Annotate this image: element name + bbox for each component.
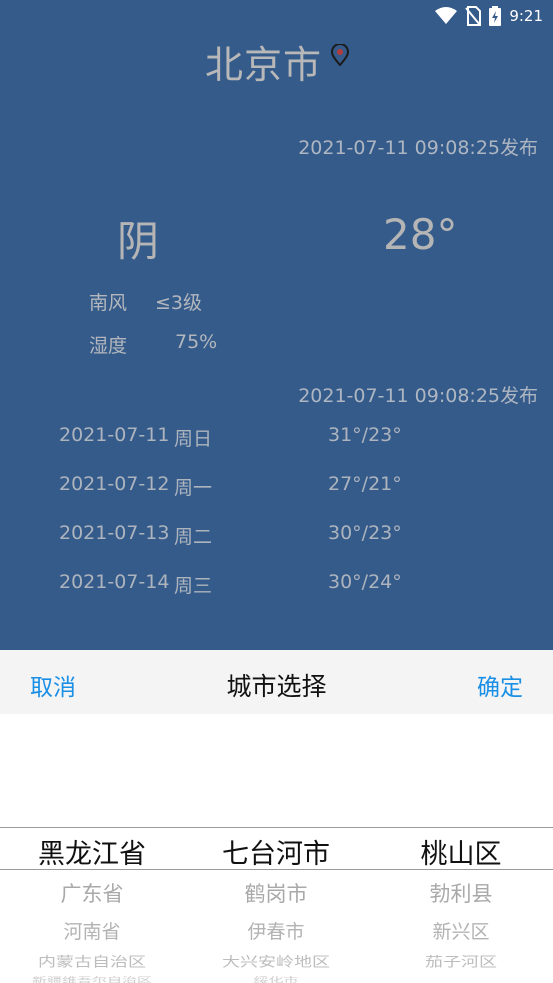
forecast-weekday: 周一: [174, 477, 213, 499]
wind-direction: 南风: [89, 292, 128, 314]
district-option[interactable]: 新兴区: [369, 917, 553, 944]
battery-charging-icon: [489, 6, 502, 26]
city-title[interactable]: 北京市: [205, 34, 322, 89]
city-option[interactable]: 伊春市: [184, 917, 368, 944]
forecast-date: 2021-07-12: [59, 473, 170, 495]
province-option-selected[interactable]: 黑龙江省: [0, 832, 184, 871]
forecast-date: 2021-07-11: [59, 424, 170, 446]
forecast-temp: 27°/21°: [328, 473, 402, 495]
weather-condition: 阴: [117, 217, 160, 266]
status-time: 9:21: [509, 7, 543, 25]
district-option[interactable]: 勃利县: [369, 878, 553, 908]
forecast-weekday: 周日: [174, 428, 213, 450]
forecast-temp: 30°/24°: [328, 571, 402, 593]
district-option[interactable]: 茄子河区: [369, 951, 553, 971]
district-option-selected[interactable]: 桃山区: [369, 832, 553, 871]
province-option[interactable]: 新疆维吾尔自治区: [0, 974, 184, 983]
location-pin-icon[interactable]: [330, 44, 350, 66]
picker-title: 城市选择: [226, 672, 327, 701]
forecast-row: 2021-07-11 周日 31°/23°: [59, 424, 459, 452]
city-option[interactable]: 绥化市: [184, 974, 368, 983]
humidity-value: 75%: [175, 331, 218, 353]
district-wheel[interactable]: 桃山区 勃利县 新兴区 茄子河区: [369, 714, 553, 983]
forecast-date: 2021-07-13: [59, 522, 170, 544]
city-option-selected[interactable]: 七台河市: [184, 832, 368, 871]
forecast-publish-time: 2021-07-11 09:08:25发布: [298, 385, 538, 407]
weather-panel: 9:21 北京市 2021-07-11 09:08:25发布 阴 28° 南风 …: [0, 0, 553, 650]
forecast-date: 2021-07-14: [59, 571, 170, 593]
province-wheel[interactable]: 黑龙江省 广东省 河南省 内蒙古自治区 新疆维吾尔自治区: [0, 714, 184, 983]
wifi-icon: [435, 7, 458, 24]
province-option[interactable]: 河南省: [0, 917, 184, 944]
humidity-label: 湿度: [89, 335, 128, 357]
forecast-row: 2021-07-13 周二 30°/23°: [59, 522, 459, 550]
province-option[interactable]: 广东省: [0, 878, 184, 908]
status-bar: 9:21: [435, 4, 543, 28]
confirm-button[interactable]: 确定: [477, 668, 523, 702]
picker-toolbar: 取消 城市选择 确定: [0, 650, 553, 714]
province-option[interactable]: 内蒙古自治区: [0, 951, 184, 971]
forecast-temp: 30°/23°: [328, 522, 402, 544]
publish-time: 2021-07-11 09:08:25发布: [298, 137, 538, 159]
forecast-weekday: 周三: [174, 575, 213, 597]
city-picker: 黑龙江省 广东省 河南省 内蒙古自治区 新疆维吾尔自治区 七台河市 鹤岗市 伊春…: [0, 714, 553, 983]
forecast-row: 2021-07-14 周三 30°/24°: [59, 571, 459, 599]
city-option[interactable]: 鹤岗市: [184, 878, 368, 908]
city-option[interactable]: 大兴安岭地区: [184, 951, 368, 971]
no-sim-icon: [465, 6, 482, 26]
forecast-weekday: 周二: [174, 526, 213, 548]
forecast-row: 2021-07-12 周一 27°/21°: [59, 473, 459, 501]
forecast-temp: 31°/23°: [328, 424, 402, 446]
city-wheel[interactable]: 七台河市 鹤岗市 伊春市 大兴安岭地区 绥化市: [184, 714, 368, 983]
current-temperature: 28°: [383, 210, 458, 259]
wind-level: ≤3级: [155, 292, 203, 314]
